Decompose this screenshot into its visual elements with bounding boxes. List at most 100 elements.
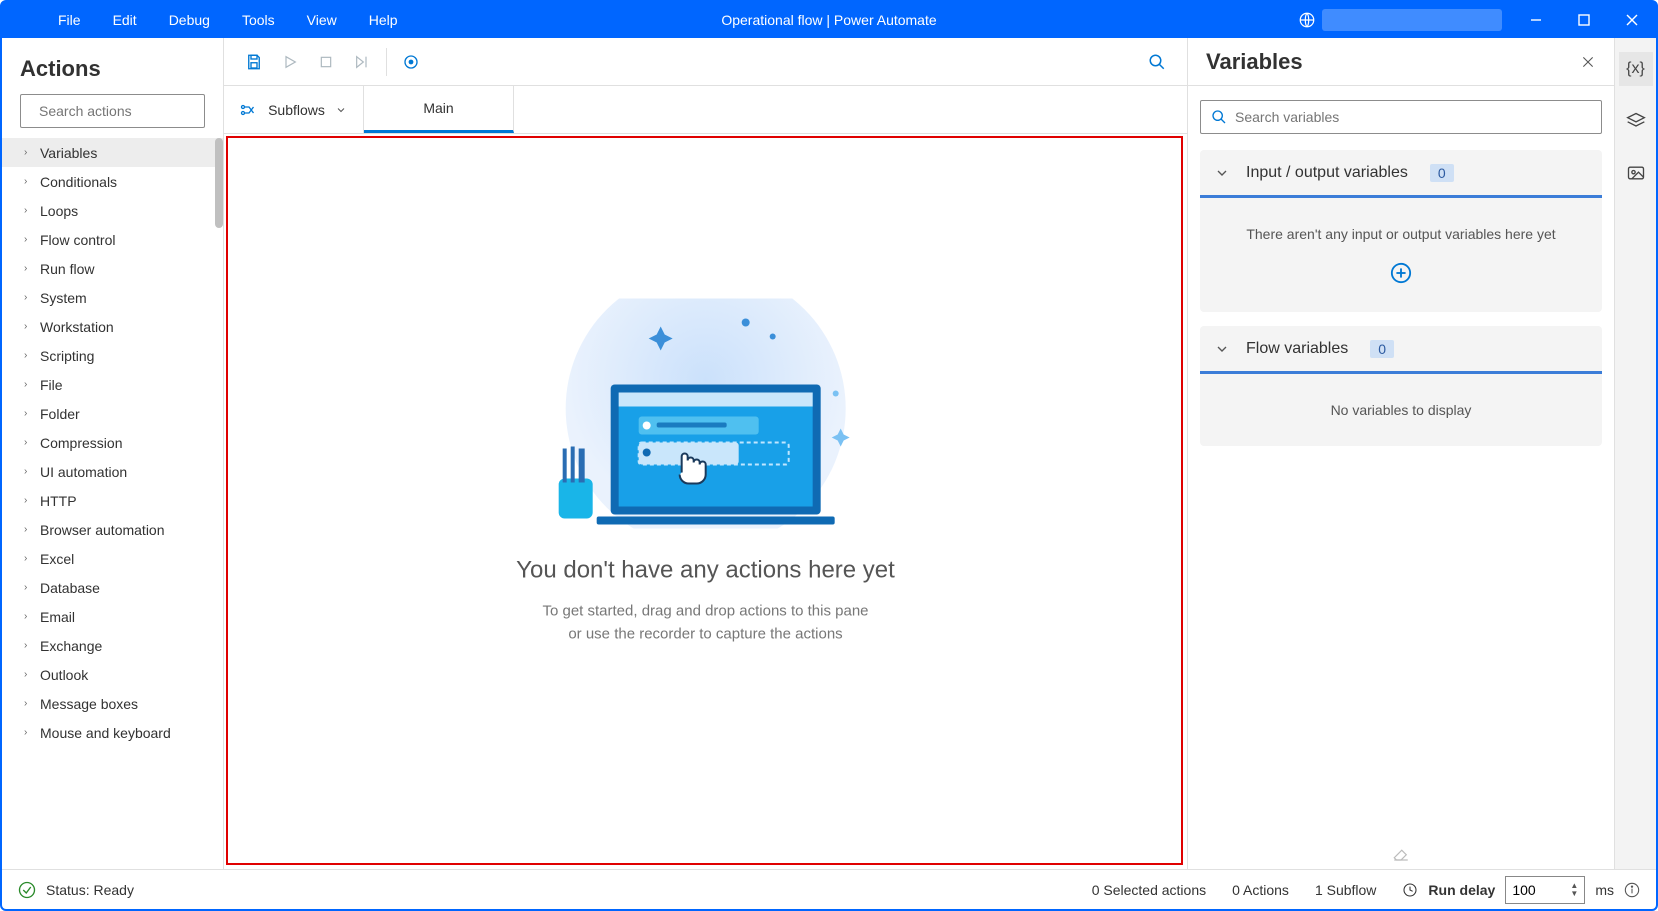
layers-icon	[1626, 111, 1646, 131]
environment-badge[interactable]	[1322, 9, 1502, 31]
designer-canvas[interactable]: You don't have any actions here yet To g…	[224, 134, 1187, 869]
action-category[interactable]: ›Browser automation	[2, 515, 223, 544]
actions-panel: Actions ›Variables ›Conditionals ›Loops …	[2, 38, 224, 869]
actions-search[interactable]	[20, 94, 205, 128]
action-label: Message boxes	[40, 696, 138, 712]
empty-illustration	[540, 299, 870, 529]
chevron-right-icon: ›	[24, 205, 32, 216]
step-button[interactable]	[344, 44, 380, 80]
subflow-count: 1 Subflow	[1315, 882, 1376, 898]
action-label: Scripting	[40, 348, 94, 364]
variables-search[interactable]	[1200, 100, 1602, 134]
action-category[interactable]: ›Message boxes	[2, 689, 223, 718]
action-label: Email	[40, 609, 75, 625]
variables-search-input[interactable]	[1235, 109, 1591, 125]
clear-button[interactable]	[1188, 839, 1614, 869]
io-variables-count: 0	[1430, 164, 1454, 182]
io-variables-header[interactable]: Input / output variables 0	[1200, 150, 1602, 198]
action-label: Exchange	[40, 638, 102, 654]
action-category[interactable]: ›Outlook	[2, 660, 223, 689]
ms-label: ms	[1595, 882, 1614, 898]
action-category[interactable]: ›Run flow	[2, 254, 223, 283]
flow-variables-header[interactable]: Flow variables 0	[1200, 326, 1602, 374]
run-delay-label: Run delay	[1428, 882, 1495, 898]
rail-ui-elements-button[interactable]	[1619, 104, 1653, 138]
action-category[interactable]: ›Compression	[2, 428, 223, 457]
scrollbar-thumb[interactable]	[215, 138, 223, 228]
run-button[interactable]	[272, 44, 308, 80]
io-empty-text: There aren't any input or output variabl…	[1220, 226, 1582, 242]
action-category[interactable]: ›Variables	[2, 138, 223, 167]
status-bar: Status: Ready 0 Selected actions 0 Actio…	[2, 869, 1656, 909]
flow-icon	[240, 103, 258, 117]
chevron-right-icon: ›	[24, 640, 32, 651]
chevron-right-icon: ›	[24, 611, 32, 622]
add-io-variable-button[interactable]	[1390, 262, 1412, 284]
action-label: UI automation	[40, 464, 127, 480]
menu-help[interactable]: Help	[353, 6, 414, 34]
action-label: HTTP	[40, 493, 77, 509]
separator	[386, 48, 387, 76]
check-circle-icon	[18, 881, 36, 899]
action-category[interactable]: ›Flow control	[2, 225, 223, 254]
chevron-down-icon	[1214, 341, 1230, 357]
subflows-dropdown[interactable]: Subflows	[224, 86, 364, 133]
tab-main[interactable]: Main	[364, 86, 514, 133]
info-icon[interactable]	[1624, 882, 1640, 898]
menu-tools[interactable]: Tools	[226, 6, 291, 34]
eraser-icon	[1392, 845, 1410, 863]
chevron-right-icon: ›	[24, 350, 32, 361]
run-delay-input-wrap[interactable]: ▲▼	[1505, 876, 1585, 904]
actions-list: ›Variables ›Conditionals ›Loops ›Flow co…	[2, 138, 223, 869]
menu-file[interactable]: File	[42, 6, 97, 34]
rail-images-button[interactable]	[1619, 156, 1653, 190]
menu-edit[interactable]: Edit	[97, 6, 153, 34]
chevron-right-icon: ›	[24, 234, 32, 245]
action-label: Excel	[40, 551, 74, 567]
chevron-down-icon: ▼	[1570, 890, 1578, 898]
flow-empty-text: No variables to display	[1220, 402, 1582, 418]
action-category[interactable]: ›Workstation	[2, 312, 223, 341]
action-category[interactable]: › Exchange	[2, 631, 223, 660]
chevron-right-icon: ›	[24, 379, 32, 390]
close-panel-button[interactable]	[1580, 54, 1596, 70]
close-button[interactable]	[1608, 2, 1656, 38]
subflows-label: Subflows	[268, 102, 325, 118]
action-category[interactable]: ›File	[2, 370, 223, 399]
chevron-right-icon: ›	[24, 466, 32, 477]
run-delay-input[interactable]	[1512, 882, 1560, 898]
search-flow-button[interactable]	[1139, 44, 1175, 80]
empty-heading: You don't have any actions here yet	[516, 557, 895, 585]
action-category[interactable]: › Scripting	[2, 341, 223, 370]
spinner-buttons[interactable]: ▲▼	[1570, 882, 1578, 898]
actions-search-input[interactable]	[39, 103, 220, 119]
chevron-right-icon: ›	[24, 495, 32, 506]
action-category[interactable]: › Email	[2, 602, 223, 631]
rail-variables-button[interactable]: {x}	[1619, 52, 1653, 86]
action-label: Mouse and keyboard	[40, 725, 171, 741]
action-label: Database	[40, 580, 100, 596]
action-category[interactable]: ›System	[2, 283, 223, 312]
save-button[interactable]	[236, 44, 272, 80]
chevron-right-icon: ›	[24, 321, 32, 332]
menu-debug[interactable]: Debug	[153, 6, 226, 34]
stop-button[interactable]	[308, 44, 344, 80]
chevron-right-icon: ›	[24, 727, 32, 738]
action-category[interactable]: ›Folder	[2, 399, 223, 428]
titlebar: File Edit Debug Tools View Help Operatio…	[2, 2, 1656, 38]
maximize-button[interactable]	[1560, 2, 1608, 38]
chevron-right-icon: ›	[24, 408, 32, 419]
action-category[interactable]: ›Loops	[2, 196, 223, 225]
action-category[interactable]: ›Conditionals	[2, 167, 223, 196]
minimize-button[interactable]	[1512, 2, 1560, 38]
chevron-right-icon: ›	[24, 669, 32, 680]
action-category[interactable]: ›Excel	[2, 544, 223, 573]
close-icon	[1580, 54, 1596, 70]
action-category[interactable]: ›Database	[2, 573, 223, 602]
action-category[interactable]: › HTTP	[2, 486, 223, 515]
action-category[interactable]: › UI automation	[2, 457, 223, 486]
record-button[interactable]	[393, 44, 429, 80]
variables-title: Variables	[1206, 49, 1580, 75]
menu-view[interactable]: View	[291, 6, 353, 34]
action-category[interactable]: › Mouse and keyboard	[2, 718, 223, 747]
